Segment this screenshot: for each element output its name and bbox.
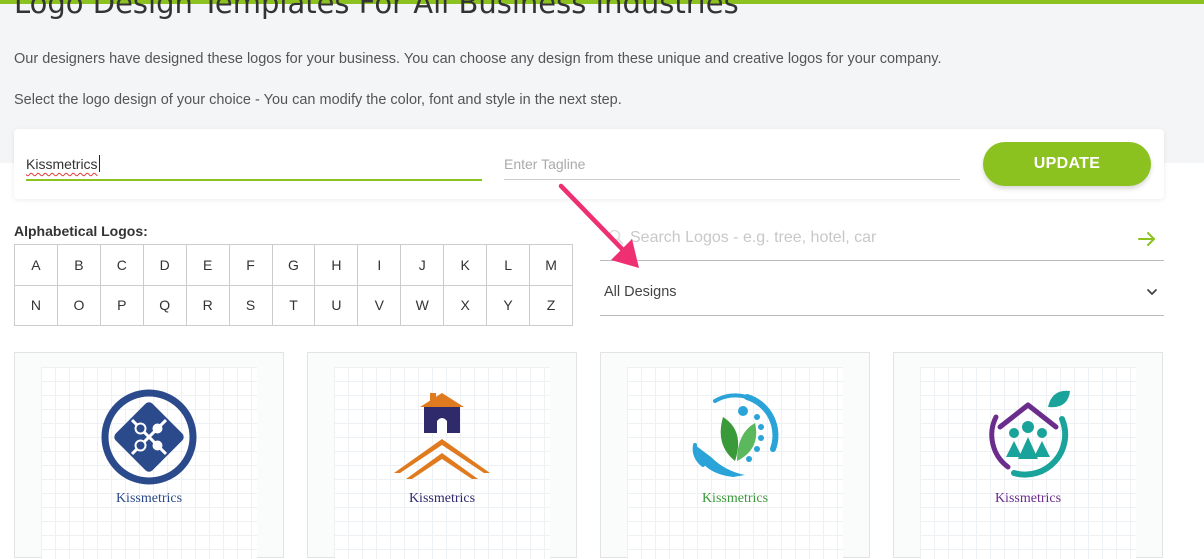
update-button[interactable]: UPDATE: [983, 142, 1151, 186]
letter-f-link[interactable]: F: [229, 245, 273, 286]
letter-v-link[interactable]: V: [358, 285, 402, 326]
letter-k-link[interactable]: K: [444, 245, 488, 286]
letter-d-link[interactable]: D: [143, 245, 187, 286]
letter-c-link[interactable]: C: [100, 245, 144, 286]
search-input[interactable]: [630, 226, 1110, 250]
business-name-value[interactable]: Kissmetrics: [26, 155, 100, 172]
letter-g-link[interactable]: G: [272, 245, 316, 286]
logo-name-4: Kissmetrics: [994, 491, 1062, 506]
design-filter-value: All Designs: [604, 284, 677, 300]
tagline-field[interactable]: [504, 151, 960, 180]
chevron-down-icon: [1147, 289, 1157, 295]
puzzle-emblem-icon: [101, 389, 197, 485]
house-roof-icon: [394, 393, 490, 479]
text-caret: [98, 155, 100, 172]
leaf-hand-icon: [692, 393, 779, 477]
letter-o-link[interactable]: O: [57, 285, 101, 326]
business-name-field[interactable]: Kissmetrics: [26, 151, 482, 181]
letter-u-link[interactable]: U: [315, 285, 359, 326]
letter-n-link[interactable]: N: [15, 285, 58, 326]
page-description: Our designers have designed these logos …: [14, 51, 942, 67]
alphabet-grid: A B C D E F G H I J K L M N O P Q R S T …: [14, 244, 573, 326]
logo-preview-1: Kissmetrics: [41, 367, 257, 559]
logo-name-1: Kissmetrics: [115, 491, 183, 506]
letter-w-link[interactable]: W: [401, 285, 445, 326]
arrow-right-icon[interactable]: [1136, 228, 1158, 250]
logo-preview-4: Kissmetrics: [920, 367, 1136, 559]
design-filter-select[interactable]: All Designs: [600, 272, 1164, 316]
letter-t-link[interactable]: T: [272, 285, 316, 326]
logo-card-1[interactable]: Kissmetrics: [14, 352, 284, 559]
letter-r-link[interactable]: R: [186, 285, 230, 326]
logo-card-4[interactable]: Kissmetrics: [893, 352, 1163, 559]
letter-h-link[interactable]: H: [315, 245, 359, 286]
letter-x-link[interactable]: X: [444, 285, 488, 326]
family-house-icon: [989, 390, 1070, 478]
page-instruction: Select the logo design of your choice - …: [14, 92, 622, 108]
tagline-input[interactable]: [504, 151, 960, 177]
annotation-arrow-icon: [558, 183, 639, 268]
logo-card-2[interactable]: Kissmetrics: [307, 352, 577, 559]
letter-a-link[interactable]: A: [15, 245, 58, 286]
logo-card-3[interactable]: Kissmetrics: [600, 352, 870, 559]
logo-preview-3: Kissmetrics: [627, 367, 843, 559]
logo-preview-2: Kissmetrics: [334, 367, 550, 559]
letter-s-link[interactable]: S: [229, 285, 273, 326]
letter-p-link[interactable]: P: [100, 285, 144, 326]
letter-e-link[interactable]: E: [186, 245, 230, 286]
logo-name-3: Kissmetrics: [701, 491, 769, 506]
logo-search-bar: [600, 218, 1164, 261]
letter-j-link[interactable]: J: [401, 245, 445, 286]
letter-z-link[interactable]: Z: [530, 285, 573, 326]
letter-i-link[interactable]: I: [358, 245, 402, 286]
letter-b-link[interactable]: B: [57, 245, 101, 286]
letter-l-link[interactable]: L: [487, 245, 531, 286]
alphabetical-logos-label: Alphabetical Logos:: [14, 223, 148, 239]
letter-y-link[interactable]: Y: [487, 285, 531, 326]
letter-q-link[interactable]: Q: [143, 285, 187, 326]
logo-name-2: Kissmetrics: [408, 491, 476, 506]
page-title: Logo Design Templates For All Business I…: [14, 0, 739, 20]
